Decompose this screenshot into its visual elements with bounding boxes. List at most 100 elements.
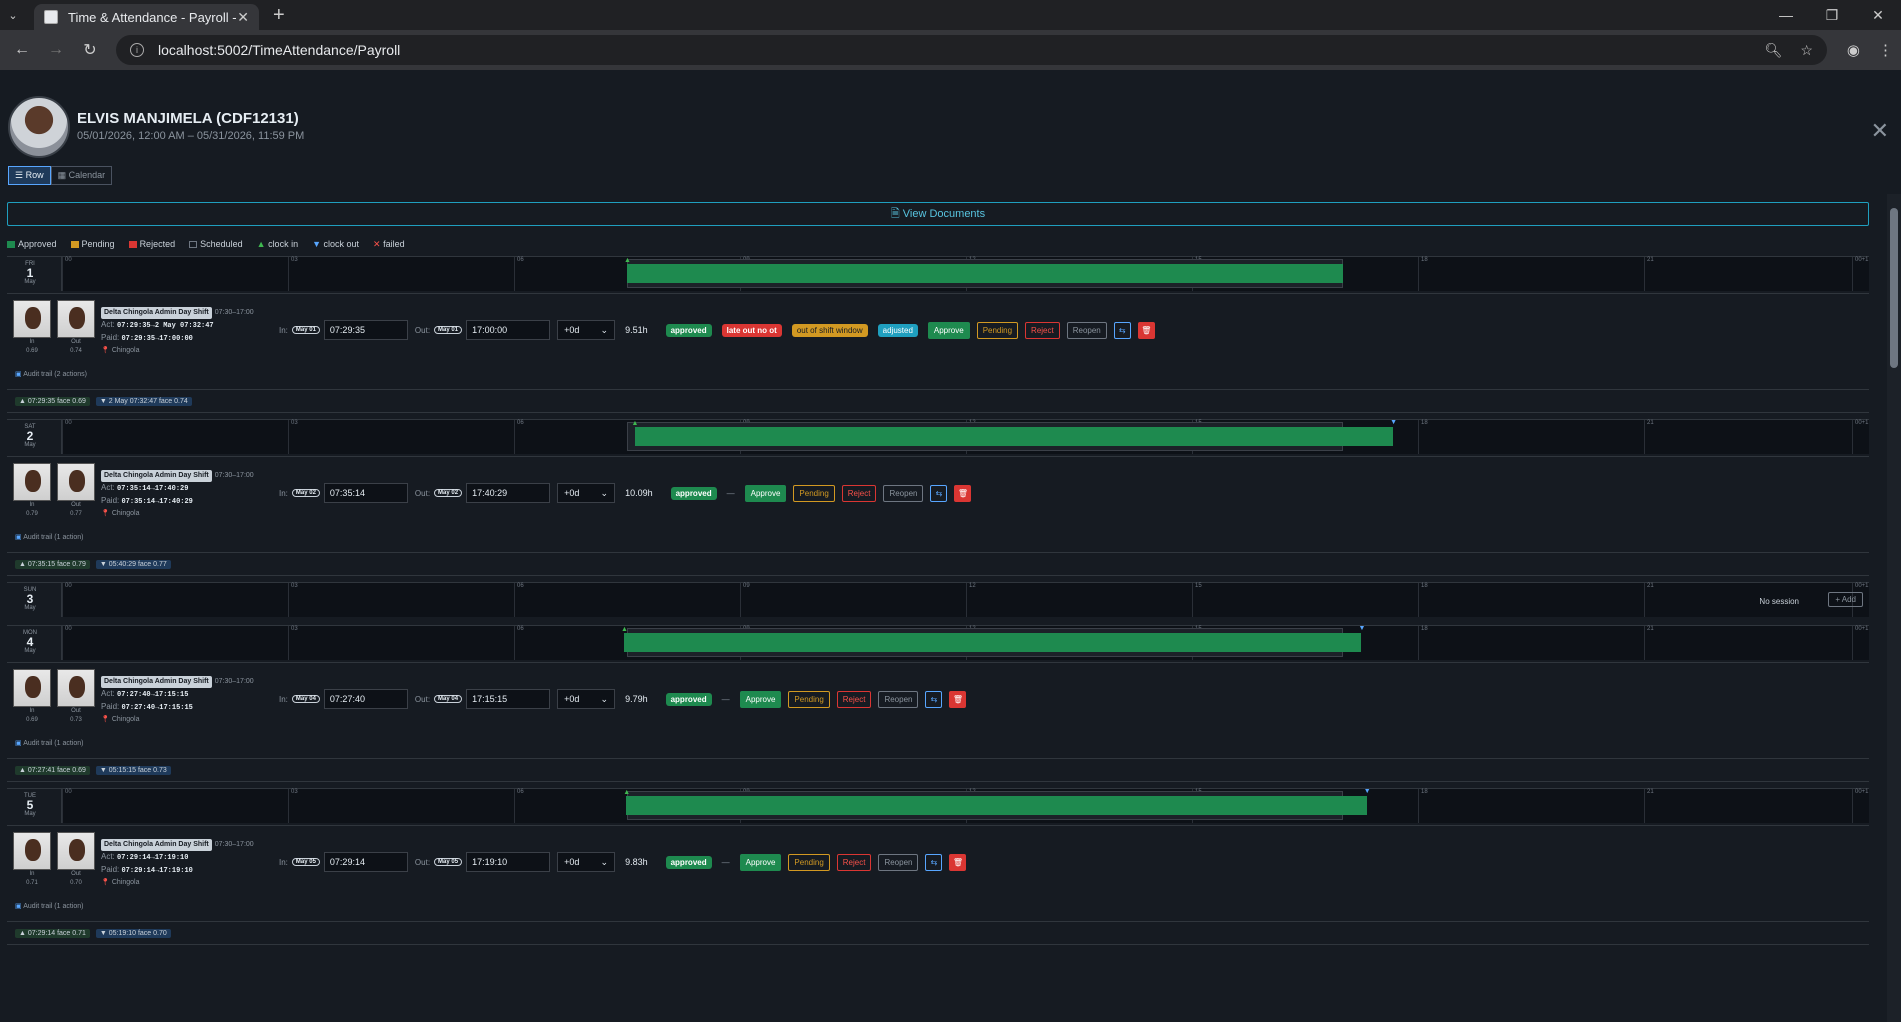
photo-out[interactable]: Out 0.70 xyxy=(57,832,95,888)
tab-search-icon[interactable]: ⌄ xyxy=(0,0,26,30)
punch-in-chip[interactable]: ▲ 07:35:15 face 0.79 xyxy=(15,559,90,569)
worked-block[interactable] xyxy=(623,633,1362,652)
add-session-button[interactable]: + Add xyxy=(1828,592,1863,607)
punch-in-chip[interactable]: ▲ 07:29:14 face 0.71 xyxy=(15,928,90,938)
in-date-badge[interactable]: May 05 xyxy=(291,858,320,866)
face-photo-in[interactable] xyxy=(13,463,51,501)
menu-kebab-icon[interactable]: ⋮ xyxy=(1878,41,1893,59)
audit-trail-link[interactable]: Audit trail (1 action) xyxy=(15,739,83,747)
forward-icon[interactable]: → xyxy=(42,41,70,59)
address-bar[interactable]: i localhost:5002/TimeAttendance/Payroll … xyxy=(116,35,1827,65)
zoom-icon[interactable]: 🔍︎ xyxy=(1765,42,1783,59)
audit-trail-link[interactable]: Audit trail (2 actions) xyxy=(15,370,87,378)
delete-icon[interactable]: 🗑︎ xyxy=(954,484,972,502)
out-date-badge[interactable]: May 05 xyxy=(434,858,463,866)
face-photo-in[interactable] xyxy=(13,832,51,870)
punch-in-chip[interactable]: ▲ 07:27:41 face 0.69 xyxy=(15,765,90,775)
reject-button[interactable]: Reject xyxy=(836,690,872,708)
scrollbar-thumb[interactable] xyxy=(1890,208,1898,368)
swap-icon[interactable]: ⇆ xyxy=(1113,321,1131,339)
photo-out[interactable]: Out 0.74 xyxy=(57,300,95,356)
reload-icon[interactable]: ↻ xyxy=(76,40,104,60)
time-out-input[interactable]: 17:40:29 xyxy=(466,483,551,503)
bookmark-star-icon[interactable]: ☆ xyxy=(1800,42,1813,59)
punch-in-chip[interactable]: ▲ 07:29:35 face 0.69 xyxy=(15,396,90,406)
time-in-input[interactable]: 07:29:14 xyxy=(323,852,408,872)
out-date-badge[interactable]: May 04 xyxy=(434,695,463,703)
audit-trail-link[interactable]: Audit trail (1 action) xyxy=(15,902,83,910)
pending-button[interactable]: Pending xyxy=(793,484,835,502)
photo-in[interactable]: In 0.69 xyxy=(13,300,51,356)
reject-button[interactable]: Reject xyxy=(1025,321,1060,339)
time-out-input[interactable]: 17:00:00 xyxy=(466,320,551,340)
audit-trail-link[interactable]: Audit trail (1 action) xyxy=(15,533,83,541)
reopen-button[interactable]: Reopen xyxy=(1066,321,1107,339)
swap-icon[interactable]: ⇆ xyxy=(930,484,948,502)
photo-out[interactable]: Out 0.73 xyxy=(57,669,95,725)
punch-out-chip[interactable]: ▼ 05:40:29 face 0.77 xyxy=(95,559,171,569)
day-offset-select[interactable]: +0d ⌄ xyxy=(557,320,616,340)
time-in-input[interactable]: 07:29:35 xyxy=(323,320,408,340)
approve-button[interactable]: Approve xyxy=(744,484,787,502)
delete-icon[interactable]: 🗑︎ xyxy=(949,853,967,871)
scrollbar[interactable] xyxy=(1887,194,1901,1022)
face-photo-out[interactable] xyxy=(57,832,95,870)
in-date-badge[interactable]: May 01 xyxy=(291,326,320,334)
face-photo-in[interactable] xyxy=(13,669,51,707)
in-date-badge[interactable]: May 04 xyxy=(291,695,320,703)
photo-in[interactable]: In 0.79 xyxy=(13,463,51,519)
pending-button[interactable]: Pending xyxy=(788,853,830,871)
timeline-tick: 03 xyxy=(288,583,298,617)
in-date-badge[interactable]: May 02 xyxy=(291,489,320,497)
face-photo-out[interactable] xyxy=(57,463,95,501)
face-photo-out[interactable] xyxy=(57,300,95,338)
reopen-button[interactable]: Reopen xyxy=(878,853,919,871)
approve-button[interactable]: Approve xyxy=(739,690,782,708)
face-photo-out[interactable] xyxy=(57,669,95,707)
punch-out-chip[interactable]: ▼ 05:19:10 face 0.70 xyxy=(95,928,171,938)
swap-icon[interactable]: ⇆ xyxy=(925,853,943,871)
punch-out-chip[interactable]: ▼ 2 May 07:32:47 face 0.74 xyxy=(95,396,192,406)
worked-block[interactable] xyxy=(634,427,1394,446)
time-in-input[interactable]: 07:27:40 xyxy=(323,689,408,709)
photo-out[interactable]: Out 0.77 xyxy=(57,463,95,519)
reject-button[interactable]: Reject xyxy=(836,853,872,871)
reject-button[interactable]: Reject xyxy=(841,484,877,502)
delete-icon[interactable]: 🗑︎ xyxy=(949,690,967,708)
swap-icon[interactable]: ⇆ xyxy=(925,690,943,708)
day-offset-select[interactable]: +0d ⌄ xyxy=(557,483,616,503)
worked-block[interactable] xyxy=(627,264,1343,283)
photo-in[interactable]: In 0.71 xyxy=(13,832,51,888)
photo-in[interactable]: In 0.69 xyxy=(13,669,51,725)
out-date-badge[interactable]: May 01 xyxy=(434,326,463,334)
back-icon[interactable]: ← xyxy=(8,41,36,59)
punch-out-chip[interactable]: ▼ 05:15:15 face 0.73 xyxy=(95,765,171,775)
reopen-button[interactable]: Reopen xyxy=(883,484,924,502)
browser-tab[interactable]: Time & Attendance - Payroll - F ✕ xyxy=(34,4,259,30)
time-out-input[interactable]: 17:15:15 xyxy=(466,689,551,709)
profile-icon[interactable]: ◉ xyxy=(1847,41,1860,59)
new-tab-icon[interactable]: + xyxy=(273,4,285,27)
close-window-icon[interactable]: ✕ xyxy=(1855,0,1901,30)
time-out-input[interactable]: 17:19:10 xyxy=(466,852,551,872)
day-offset-select[interactable]: +0d ⌄ xyxy=(557,689,616,709)
view-documents-button[interactable]: 🗎 View Documents xyxy=(7,202,1869,226)
pending-button[interactable]: Pending xyxy=(976,321,1019,339)
worked-block[interactable] xyxy=(626,796,1367,815)
face-photo-in[interactable] xyxy=(13,300,51,338)
approve-button[interactable]: Approve xyxy=(739,853,782,871)
out-date-badge[interactable]: May 02 xyxy=(434,489,463,497)
day-offset-select[interactable]: +0d ⌄ xyxy=(557,852,616,872)
calendar-view-button[interactable]: ▦ Calendar xyxy=(50,166,113,185)
site-info-icon[interactable]: i xyxy=(130,43,144,57)
restore-icon[interactable]: ❐ xyxy=(1809,0,1855,30)
close-tab-icon[interactable]: ✕ xyxy=(237,9,249,26)
pending-button[interactable]: Pending xyxy=(788,690,830,708)
reopen-button[interactable]: Reopen xyxy=(878,690,919,708)
row-view-button[interactable]: ☰ Row xyxy=(8,166,51,185)
approve-button[interactable]: Approve xyxy=(927,321,970,339)
delete-icon[interactable]: 🗑︎ xyxy=(1137,321,1155,339)
time-in-input[interactable]: 07:35:14 xyxy=(323,483,408,503)
minimize-icon[interactable]: — xyxy=(1763,0,1809,30)
close-icon[interactable]: ✕ xyxy=(1871,118,1889,144)
